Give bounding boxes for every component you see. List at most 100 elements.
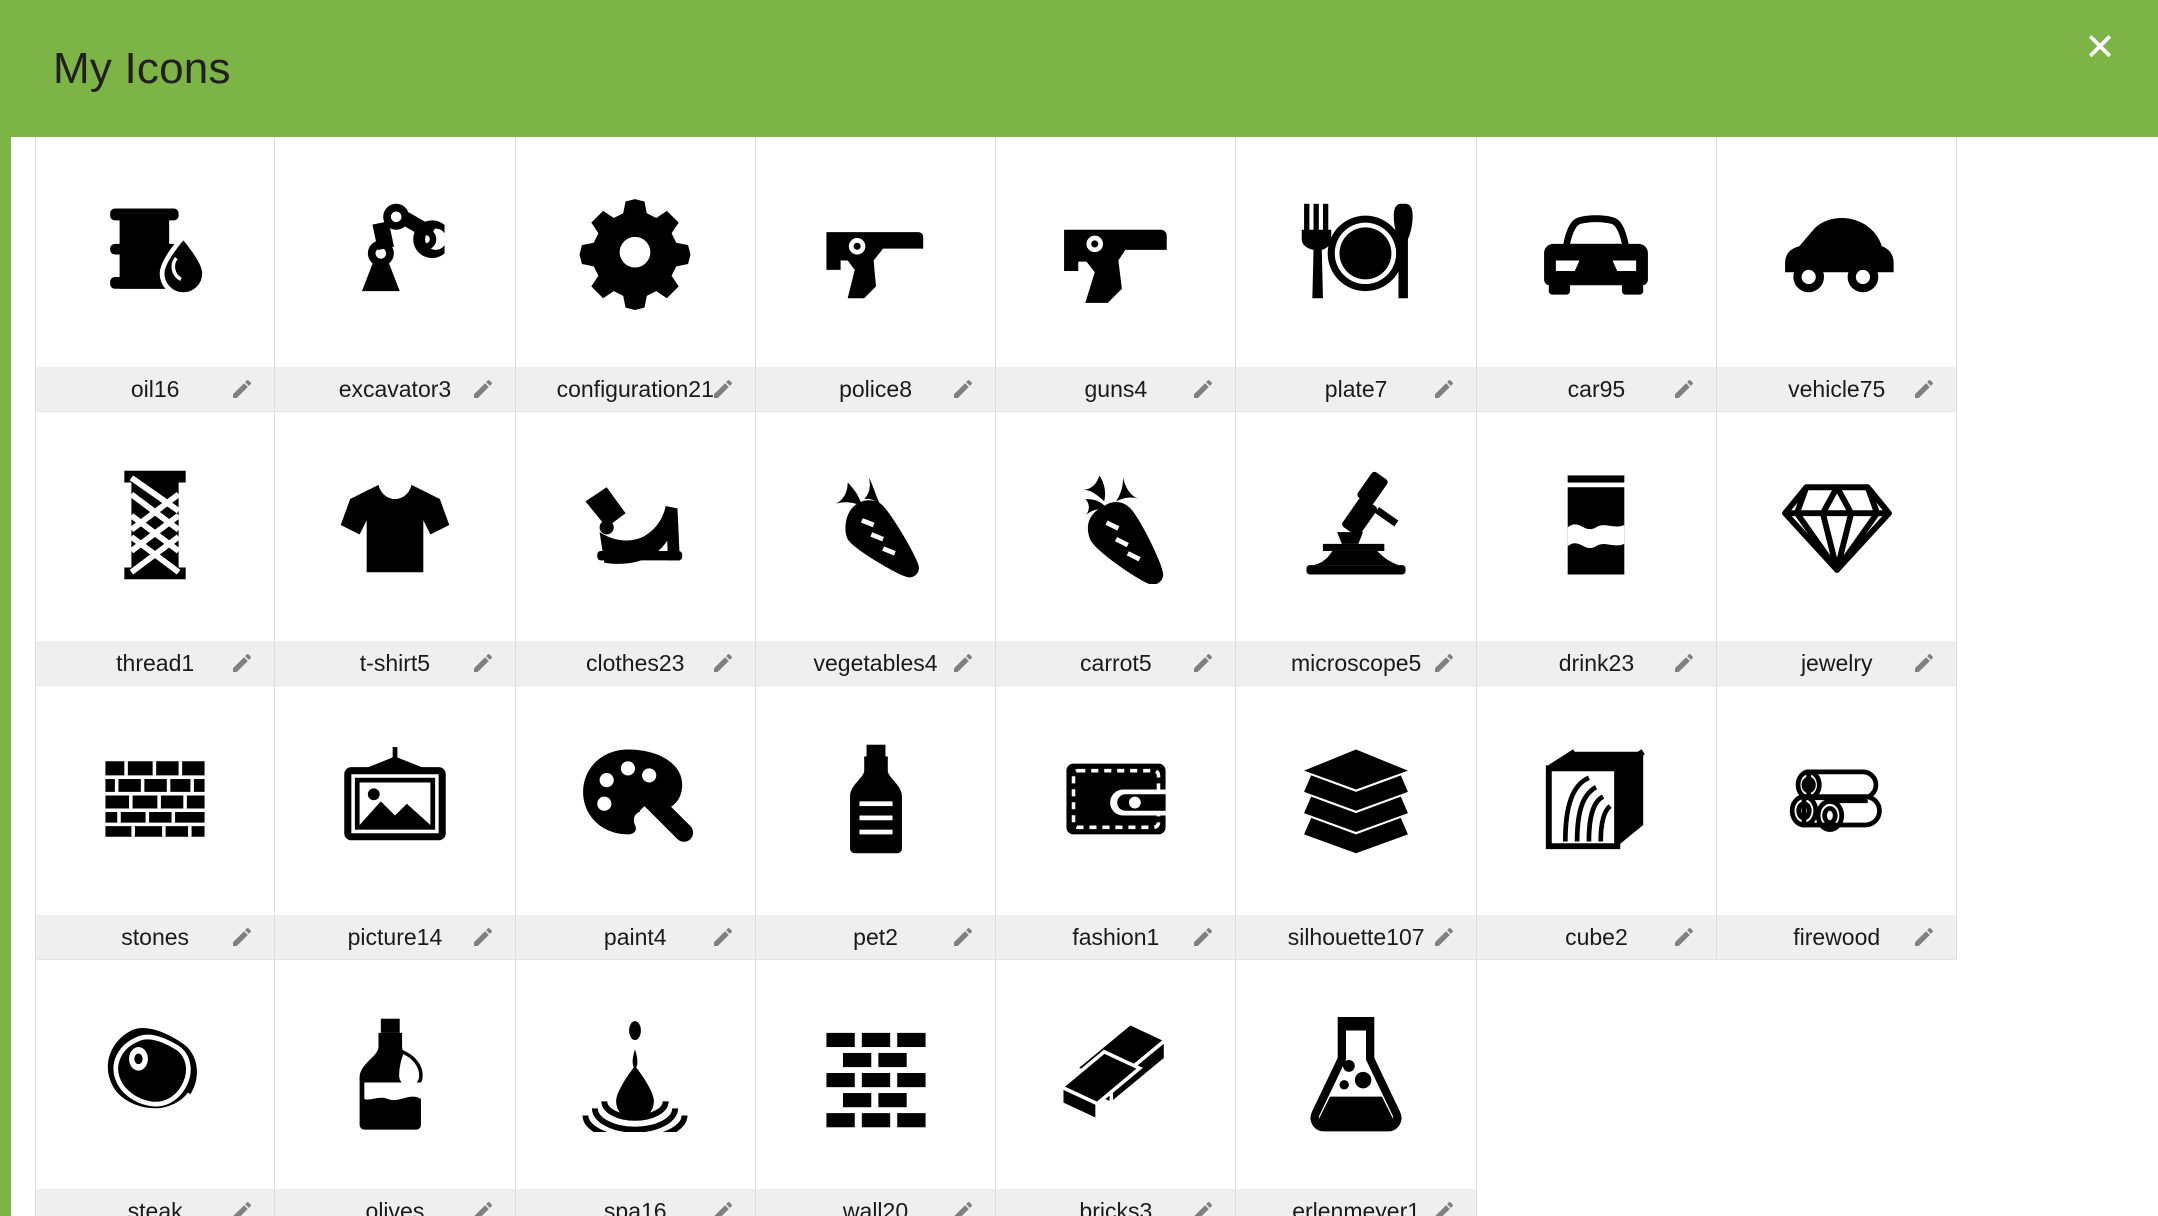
pencil-icon[interactable] [951, 377, 975, 401]
high-heel-icon[interactable] [516, 412, 755, 641]
icon-label: stones [121, 923, 190, 950]
pencil-icon[interactable] [1912, 651, 1936, 675]
pencil-icon[interactable] [1191, 1199, 1215, 1216]
icon-cell[interactable]: vehicle75 [1717, 138, 1958, 412]
icon-cell[interactable]: microscope5 [1236, 412, 1477, 686]
pencil-icon[interactable] [230, 925, 254, 949]
pencil-icon[interactable] [471, 651, 495, 675]
pencil-icon[interactable] [1432, 651, 1456, 675]
icon-label: vegetables4 [813, 649, 938, 676]
thread-spool-icon[interactable] [36, 412, 274, 641]
robotic-arm-icon[interactable] [275, 138, 514, 367]
icon-cell[interactable]: plate7 [1236, 138, 1477, 412]
icon-cell[interactable]: olives [275, 960, 516, 1216]
icon-cell[interactable]: excavator3 [275, 138, 516, 412]
wood-cube-icon[interactable] [1477, 686, 1716, 915]
icon-cell[interactable]: vegetables4 [755, 412, 997, 686]
wallet-icon[interactable] [996, 686, 1235, 915]
pistol-icon[interactable] [996, 138, 1235, 367]
pencil-icon[interactable] [711, 377, 735, 401]
diamond-icon[interactable] [1717, 412, 1956, 641]
layers-icon[interactable] [1236, 686, 1475, 915]
icon-cell[interactable]: carrot5 [996, 412, 1237, 686]
handgun-icon[interactable] [756, 138, 995, 367]
pencil-icon[interactable] [471, 377, 495, 401]
icon-cell[interactable]: drink23 [1476, 412, 1718, 686]
framed-picture-icon[interactable] [275, 686, 514, 915]
pencil-icon[interactable] [1191, 651, 1215, 675]
soda-can-icon[interactable] [1477, 412, 1716, 641]
icon-label: t-shirt5 [359, 649, 431, 676]
pencil-icon[interactable] [951, 925, 975, 949]
erlenmeyer-flask-icon[interactable] [1236, 960, 1475, 1189]
pencil-icon[interactable] [711, 925, 735, 949]
icon-cell[interactable]: pet2 [755, 686, 997, 960]
icon-label-bar: police8 [755, 367, 996, 411]
car-front-icon[interactable] [1477, 138, 1716, 367]
icon-cell[interactable]: thread1 [35, 412, 276, 686]
pencil-icon[interactable] [951, 651, 975, 675]
icon-label: oil16 [130, 375, 180, 402]
icon-cell[interactable]: silhouette107 [1236, 686, 1477, 960]
pencil-icon[interactable] [1432, 377, 1456, 401]
pencil-icon[interactable] [711, 1199, 735, 1216]
icon-cell[interactable]: stones [35, 686, 276, 960]
icon-cell[interactable]: car95 [1476, 138, 1718, 412]
microscope-icon[interactable] [1236, 412, 1475, 641]
oil-barrel-icon[interactable] [36, 138, 274, 367]
pencil-icon[interactable] [471, 1199, 495, 1216]
icon-cell[interactable]: fashion1 [996, 686, 1237, 960]
paint-palette-icon[interactable] [516, 686, 755, 915]
pencil-icon[interactable] [951, 1199, 975, 1216]
icon-cell[interactable]: paint4 [515, 686, 756, 960]
pencil-icon[interactable] [1672, 651, 1696, 675]
pencil-icon[interactable] [230, 1199, 254, 1216]
icon-label-bar: jewelry [1717, 641, 1957, 685]
icon-cell[interactable]: erlenmeyer1 [1236, 960, 1477, 1216]
pencil-icon[interactable] [471, 925, 495, 949]
icon-cell[interactable]: jewelry [1717, 412, 1958, 686]
icon-cell[interactable]: bricks3 [996, 960, 1237, 1216]
icon-cell[interactable]: clothes23 [515, 412, 756, 686]
carrot-icon[interactable] [756, 412, 995, 641]
tshirt-icon[interactable] [275, 412, 514, 641]
icon-cell[interactable]: guns4 [996, 138, 1237, 412]
water-drop-ripple-icon[interactable] [516, 960, 755, 1189]
icon-cell[interactable]: picture14 [275, 686, 516, 960]
pencil-icon[interactable] [1191, 377, 1215, 401]
logs-icon[interactable] [1717, 686, 1956, 915]
pencil-icon[interactable] [711, 651, 735, 675]
carrot-leafy-icon[interactable] [996, 412, 1235, 641]
car-side-icon[interactable] [1717, 138, 1956, 367]
pencil-icon[interactable] [1912, 925, 1936, 949]
brick-wall-icon[interactable] [756, 960, 995, 1189]
pencil-icon[interactable] [1672, 925, 1696, 949]
icon-cell[interactable]: oil16 [35, 138, 276, 412]
pencil-icon[interactable] [1912, 377, 1936, 401]
icon-cell[interactable]: police8 [755, 138, 997, 412]
pencil-icon[interactable] [1432, 925, 1456, 949]
icon-cell[interactable]: firewood [1717, 686, 1958, 960]
icon-cell[interactable]: t-shirt5 [275, 412, 516, 686]
bottle-icon[interactable] [756, 686, 995, 915]
icon-label: configuration21 [556, 375, 714, 402]
icon-cell[interactable]: wall20 [755, 960, 997, 1216]
pencil-icon[interactable] [1432, 1199, 1456, 1216]
icon-label-bar: drink23 [1476, 641, 1717, 685]
icon-cell[interactable]: spa16 [515, 960, 756, 1216]
icon-cell[interactable]: configuration21 [515, 138, 756, 412]
pencil-icon[interactable] [230, 651, 254, 675]
icon-cell[interactable]: cube2 [1476, 686, 1718, 960]
cobblestone-icon[interactable] [36, 686, 274, 915]
pencil-icon[interactable] [1672, 377, 1696, 401]
close-icon[interactable]: ✕ [2076, 23, 2124, 71]
cutlery-plate-icon[interactable] [1236, 138, 1475, 367]
oil-bottle-icon[interactable] [275, 960, 514, 1189]
pencil-icon[interactable] [1191, 925, 1215, 949]
icon-label-bar: thread1 [36, 641, 275, 685]
pencil-icon[interactable] [230, 377, 254, 401]
gear-icon[interactable] [516, 138, 755, 367]
bricks-stack-icon[interactable] [996, 960, 1235, 1189]
icon-cell[interactable]: steak [35, 960, 276, 1216]
steak-icon[interactable] [36, 960, 274, 1189]
